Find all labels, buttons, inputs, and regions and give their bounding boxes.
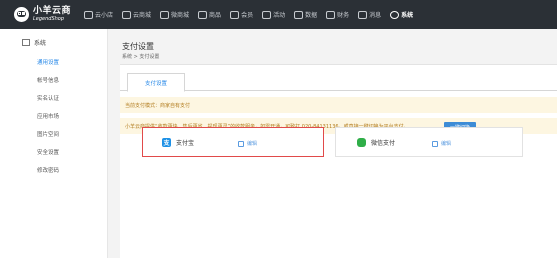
- cart-icon: [122, 10, 132, 19]
- chat-icon: [262, 10, 272, 19]
- nav-item-products[interactable]: 商品: [198, 10, 221, 19]
- sidebar-item-general-settings[interactable]: 通用设置: [37, 58, 59, 66]
- sidebar-item-image-space[interactable]: 图片空间: [37, 130, 59, 138]
- nav-item-activities[interactable]: 活动: [262, 10, 285, 19]
- nav-item-system[interactable]: 系统: [390, 10, 413, 19]
- tab-bar: 支付设置: [120, 65, 557, 92]
- chart-icon: [294, 10, 304, 19]
- nav-item-data[interactable]: 数据: [294, 10, 317, 19]
- tab-payment-settings[interactable]: 支付设置: [127, 73, 185, 92]
- nav-item-finance[interactable]: 财务: [326, 10, 349, 19]
- sidebar-item-account-info[interactable]: 帐号信息: [37, 76, 59, 84]
- gear-icon: [390, 10, 400, 19]
- alipay-edit-link[interactable]: 编辑: [238, 140, 257, 147]
- alipay-card[interactable]: 支 支付宝 编辑: [142, 127, 324, 157]
- top-navigation-bar: 小羊云商 LegendShop 云小店 云商城 微商城 商品 会员 活动 数据 …: [0, 0, 557, 29]
- breadcrumb: 系统 > 支付设置: [122, 54, 160, 60]
- edit-icon: [238, 140, 244, 147]
- sidebar-item-change-password[interactable]: 修改密码: [37, 166, 59, 174]
- sidebar: 系统 通用设置 帐号信息 实名认证 应用市场 图片空间 安全设置 修改密码: [0, 29, 108, 258]
- payment-mode-notice: 当前支付模式：商家自有支付: [120, 97, 557, 113]
- nav-item-micro-mall[interactable]: 微商城: [160, 10, 189, 19]
- edit-icon: [432, 140, 438, 147]
- mail-icon: [198, 10, 208, 19]
- alipay-label: 支付宝: [176, 139, 195, 147]
- main-nav: 云小店 云商城 微商城 商品 会员 活动 数据 财务 消息 系统: [84, 0, 422, 29]
- sheep-logo-icon: [14, 7, 29, 22]
- sidebar-item-app-market[interactable]: 应用市场: [37, 112, 59, 120]
- sidebar-header: 系统: [22, 38, 46, 47]
- brand-name: 小羊云商: [33, 6, 72, 16]
- monitor-icon: [22, 39, 30, 46]
- message-icon: [358, 10, 368, 19]
- store-icon: [84, 10, 93, 19]
- brand-logo[interactable]: 小羊云商 LegendShop: [14, 7, 84, 22]
- page-title: 支付设置: [122, 42, 154, 51]
- main-panel: 支付设置 系统 > 支付设置 支付设置 当前支付模式：商家自有支付 小羊云商提供…: [110, 29, 557, 258]
- sidebar-item-security[interactable]: 安全设置: [37, 148, 59, 156]
- wechat-icon: [357, 137, 366, 147]
- home-icon: [160, 10, 170, 19]
- wechat-edit-link[interactable]: 编辑: [432, 140, 451, 147]
- sidebar-item-verification[interactable]: 实名认证: [37, 94, 59, 102]
- alipay-icon: 支: [162, 137, 171, 147]
- brand-subname: LegendShop: [33, 16, 65, 22]
- nav-item-messages[interactable]: 消息: [358, 10, 381, 19]
- wechat-pay-card[interactable]: 微信支付 编辑: [335, 127, 523, 157]
- nav-item-cloud-mall[interactable]: 云商城: [122, 10, 151, 19]
- user-icon: [230, 10, 240, 19]
- wechat-pay-label: 微信支付: [371, 139, 396, 147]
- nav-item-cloud-store[interactable]: 云小店: [84, 10, 113, 19]
- nav-item-members[interactable]: 会员: [230, 10, 253, 19]
- content-card: 支付设置 当前支付模式：商家自有支付 小羊云商提供“收款更快、售后更省、提现更灵…: [120, 64, 557, 258]
- person-icon: [326, 10, 336, 19]
